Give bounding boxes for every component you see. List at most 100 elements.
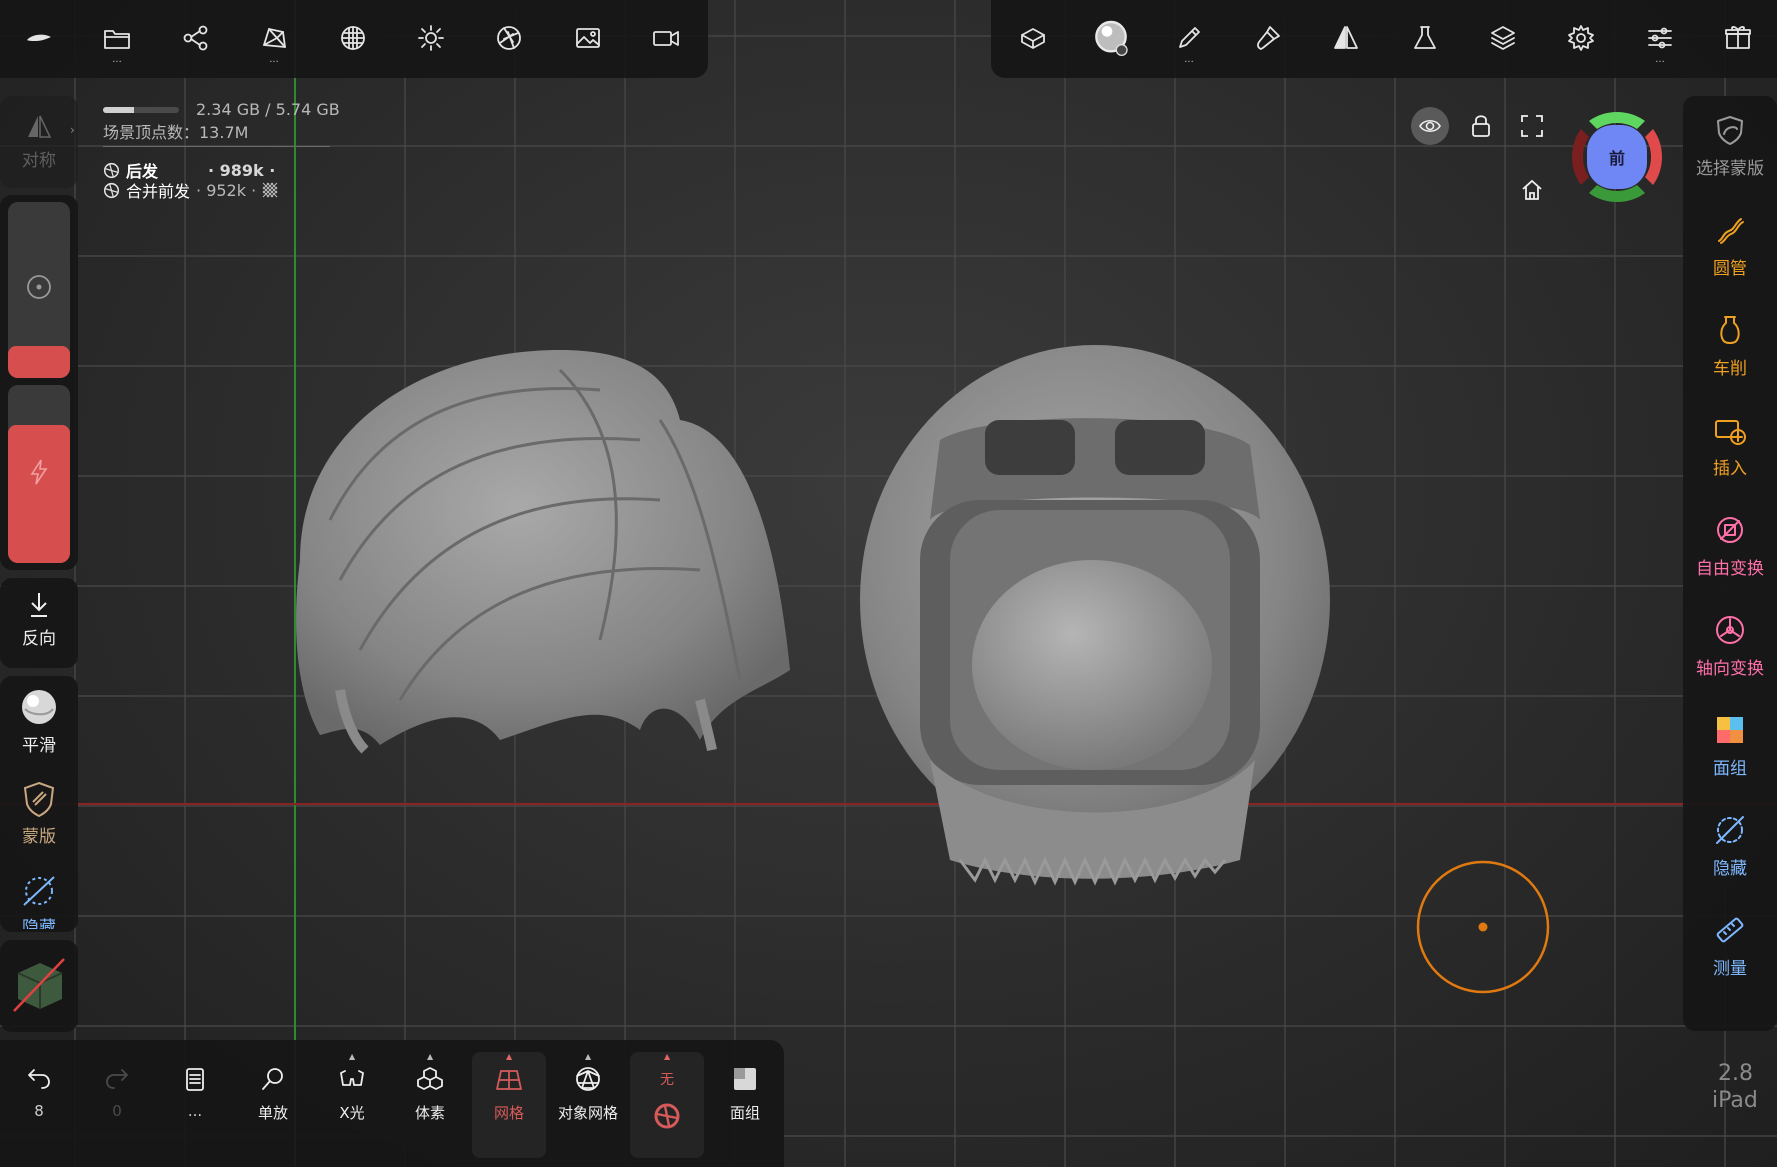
right-tool-lathe[interactable]: 车削 [1683, 308, 1777, 379]
radius-slider[interactable] [8, 202, 70, 378]
axis-transform-icon [1716, 616, 1744, 644]
mesh-ball-icon [103, 182, 120, 198]
magnifier-icon [262, 1068, 283, 1090]
lathe-icon [1720, 316, 1740, 344]
merged-front-hair-model [860, 345, 1330, 886]
gizmo-front-label: 前 [1608, 149, 1625, 168]
lock-button[interactable] [1464, 109, 1498, 143]
right-tool-measure[interactable]: 测量 [1683, 908, 1777, 979]
camera-aperture-icon[interactable] [487, 16, 531, 60]
right-tool-tube[interactable]: 圆管 [1683, 208, 1777, 279]
radius-slider-fill [8, 346, 70, 378]
arrow-down-icon [31, 593, 47, 617]
scene-graph-icon[interactable] [174, 16, 218, 60]
orientation-gizmo[interactable]: 前 [1567, 107, 1667, 207]
face-group-square-icon [734, 1068, 756, 1090]
cube-preview-icon [13, 958, 65, 1012]
matcap-sphere-icon[interactable] [1089, 16, 1133, 60]
right-tool-axis-transform[interactable]: 轴向变换 [1683, 608, 1777, 679]
view-cube-icon[interactable] [1011, 16, 1055, 60]
symmetry-mirror-icon[interactable] [1324, 16, 1368, 60]
flask-icon[interactable] [1403, 16, 1447, 60]
right-tool-label: 车削 [1713, 359, 1747, 379]
right-tool-face-group[interactable]: 面组 [1683, 708, 1777, 779]
brush-pen-icon[interactable]: ··· [1167, 16, 1211, 68]
topology-icon[interactable]: ··· [252, 16, 296, 68]
back-hair-model [296, 350, 790, 754]
invert-button[interactable]: 反向 [8, 590, 70, 649]
voxel-label: 体素 [414, 1104, 445, 1122]
object-mesh-icon [576, 1067, 600, 1091]
right-tool-select-mask[interactable]: 选择蒙版 [1683, 108, 1777, 179]
object-wire-button[interactable]: ▲ 对象网格 [550, 1052, 626, 1123]
hide-partial-label: 隐藏 [22, 918, 56, 929]
memory-bar [103, 107, 179, 113]
invert-label: 反向 [22, 629, 56, 649]
right-tool-label: 插入 [1713, 459, 1747, 479]
undo-button[interactable]: 8 [2, 1060, 76, 1120]
image-icon[interactable] [566, 16, 610, 60]
gift-box-icon[interactable] [1716, 16, 1760, 60]
paint-brush-icon[interactable] [1246, 16, 1290, 60]
undo-count: 8 [34, 1102, 44, 1120]
symmetry-button[interactable]: 对称 [8, 112, 70, 171]
expand-arrow-icon[interactable]: › [70, 123, 75, 137]
face-group-label: 面组 [729, 1104, 760, 1122]
layers-icon[interactable] [1481, 16, 1525, 60]
more-menu-button[interactable]: ... [158, 1060, 232, 1120]
mesh-name: 合并前发 [126, 182, 191, 201]
home-view-button[interactable] [1515, 173, 1549, 207]
mesh-ball-icon [103, 162, 120, 178]
measure-icon [1716, 917, 1744, 943]
mesh-vertex-count: · 952k · [196, 180, 257, 200]
face-group-icon [1717, 717, 1743, 743]
fullscreen-button[interactable] [1515, 109, 1549, 143]
brush-cursor-dot [1478, 922, 1488, 932]
light-sun-icon[interactable] [409, 16, 453, 60]
material-sphere-icon[interactable] [331, 16, 375, 60]
settings-gear-icon[interactable] [1559, 16, 1603, 60]
right-tool-hide[interactable]: 隐藏 [1683, 808, 1777, 879]
solo-button[interactable]: 单放 [236, 1060, 310, 1123]
hide-dotted-icon [23, 876, 55, 906]
scene-vertices-text: 场景顶点数：13.7M [103, 123, 249, 142]
fullscreen-icon [1521, 115, 1543, 137]
radius-target-icon [27, 275, 51, 299]
folder-icon[interactable]: ··· [95, 16, 139, 68]
glasses-icon [340, 1070, 364, 1086]
wireframe-button[interactable]: ▲ 网格 [472, 1052, 546, 1158]
more-label: ... [187, 1102, 203, 1120]
lock-icon [1472, 115, 1490, 137]
voxel-button[interactable]: ▲ 体素 [393, 1052, 467, 1123]
right-tool-free-transform[interactable]: 自由变换 [1683, 508, 1777, 579]
info-divider [103, 146, 330, 147]
face-group-toggle-button[interactable]: 面组 [708, 1060, 782, 1123]
voxel-cubes-icon [417, 1067, 443, 1090]
right-tool-insert[interactable]: 插入 [1683, 408, 1777, 479]
lightning-icon [30, 459, 48, 485]
intensity-slider[interactable] [8, 385, 70, 563]
object-wire-label: 对象网格 [557, 1104, 618, 1122]
xray-button[interactable]: ▲ X光 [315, 1052, 389, 1123]
smooth-button[interactable]: 平滑 [8, 687, 70, 756]
redo-count: 0 [112, 1102, 122, 1120]
device-name: iPad [1712, 1088, 1758, 1113]
right-tool-label: 面组 [1713, 759, 1747, 779]
home-icon [1522, 179, 1542, 200]
mesh-preview-thumbnail[interactable] [10, 955, 68, 1015]
hide-partial-button[interactable]: 隐藏 [8, 873, 70, 929]
video-camera-icon[interactable] [644, 16, 688, 60]
intensity-slider-fill [8, 425, 70, 563]
top-left-toolbar: ··· ··· [0, 0, 708, 78]
select-mask-icon [1717, 116, 1743, 145]
xray-label: X光 [339, 1104, 365, 1122]
insert-icon [1715, 420, 1746, 445]
redo-button[interactable]: 0 [80, 1060, 154, 1120]
sliders-icon[interactable]: ··· [1638, 16, 1682, 68]
mask-button[interactable]: 蒙版 [8, 780, 70, 847]
mesh-row-merged-front-hair[interactable]: 合并前发 · 952k · [103, 178, 278, 202]
right-tool-label: 测量 [1713, 959, 1747, 979]
none-overlay-button[interactable]: ▲ 无 [630, 1052, 704, 1158]
nomad-logo-icon[interactable] [17, 16, 61, 60]
view-eye-button[interactable] [1411, 107, 1449, 145]
